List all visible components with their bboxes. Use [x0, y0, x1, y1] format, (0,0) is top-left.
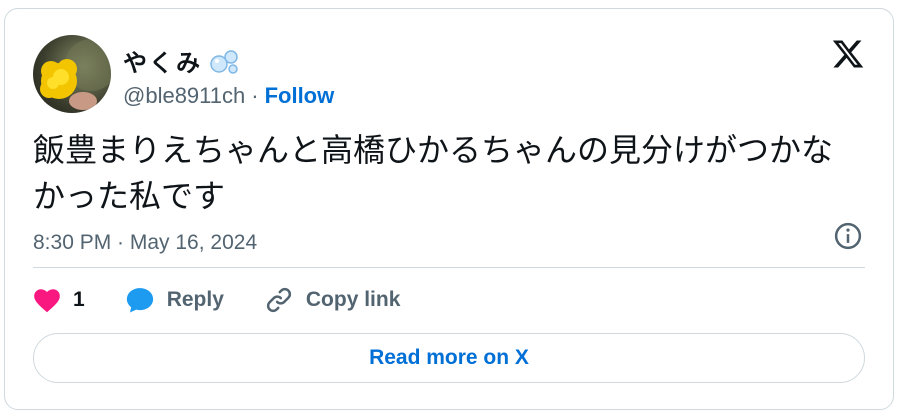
reply-button[interactable]: Reply [125, 286, 224, 314]
reply-bubble-icon [126, 288, 153, 313]
link-icon [266, 287, 291, 313]
follow-link[interactable]: Follow [265, 83, 335, 109]
embedded-tweet-card: やくみ @ble8911ch · Follow 飯豊まりえちゃんと高橋ひかるちゃ… [4, 8, 894, 410]
avatar[interactable] [33, 35, 111, 113]
copy-link-button[interactable]: Copy link [264, 285, 401, 315]
author-name-row[interactable]: やくみ [123, 43, 240, 78]
info-icon[interactable] [833, 221, 863, 251]
reply-label: Reply [166, 288, 224, 311]
copy-link-label: Copy link [305, 288, 401, 311]
like-count: 1 [73, 288, 85, 311]
like-button[interactable]: 1 [33, 287, 85, 313]
divider [33, 267, 865, 268]
heart-icon [34, 289, 60, 313]
bubbles-emoji-icon [210, 49, 238, 74]
tweet-actions: 1 Reply Copy link [33, 285, 440, 315]
x-logo-icon[interactable] [831, 37, 865, 71]
author-handle[interactable]: @ble8911ch [123, 83, 245, 109]
author-display-name[interactable]: やくみ [123, 43, 202, 78]
handle-separator: · [251, 83, 259, 108]
tweet-text-line: 飯豊まりえちゃんと高橋ひかるちゃんの見分けがつかな [33, 131, 834, 169]
tweet-timestamp[interactable]: 8:30 PM · May 16, 2024 [33, 231, 257, 255]
read-more-button[interactable]: Read more on X [33, 333, 865, 383]
author-handle-row: @ble8911ch · Follow [123, 83, 334, 109]
tweet-text: 飯豊まりえちゃんと高橋ひかるちゃんの見分けがつかな かった私です [33, 127, 863, 219]
tweet-text-line: かった私です [33, 177, 226, 215]
